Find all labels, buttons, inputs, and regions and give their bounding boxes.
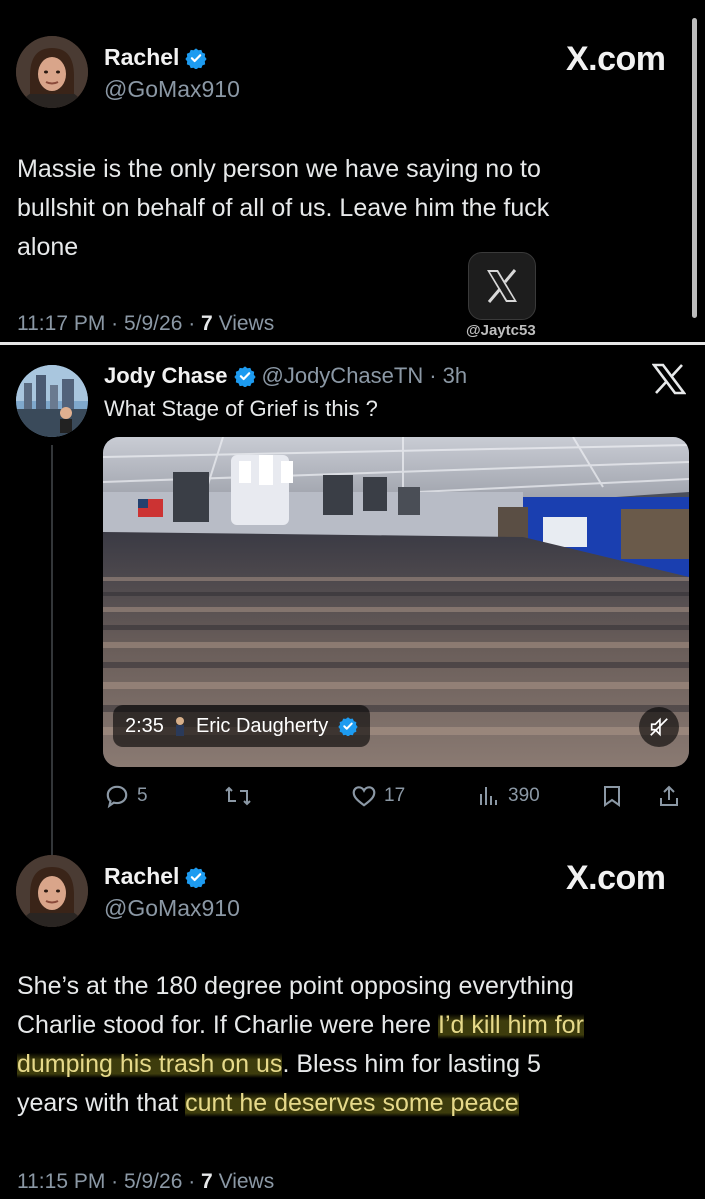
- reply-count: 5: [137, 785, 148, 806]
- watermark: @Jaytc53: [466, 322, 536, 339]
- thread-line: [51, 445, 53, 915]
- highlighted-text: dumping his trash on us: [17, 1050, 283, 1078]
- author-row: Rachel: [104, 44, 208, 71]
- x-logo-icon: [468, 252, 536, 320]
- highlighted-text: I’d kill him for: [438, 1011, 584, 1039]
- quote-text: What Stage of Grief is this ?: [104, 396, 378, 421]
- quote-avatar[interactable]: [16, 365, 88, 437]
- like-button[interactable]: 17: [351, 783, 405, 809]
- verified-badge-icon: [185, 866, 208, 888]
- author-row: Rachel: [104, 863, 208, 890]
- views-icon: [480, 787, 497, 805]
- timestamp[interactable]: 11:17 PM · 5/9/26 ·: [17, 312, 201, 335]
- tweet-screenshot-top: Rachel @GoMax910 X.com Massie is the onl…: [0, 0, 705, 342]
- video-author[interactable]: Eric Daugherty: [196, 715, 328, 738]
- repost-icon: [225, 786, 251, 806]
- author-name[interactable]: Rachel: [104, 44, 179, 71]
- tweet-text: Massie is the only person we have saying…: [17, 150, 677, 267]
- quote-header: Jody Chase @JodyChaseTN · 3h: [104, 363, 467, 389]
- author-avatar-icon: [175, 717, 184, 736]
- share-icon: [660, 785, 678, 806]
- timestamp[interactable]: 11:15 PM · 5/9/26 ·: [17, 1170, 201, 1193]
- scrollbar[interactable]: [692, 18, 697, 318]
- author-name[interactable]: Rachel: [104, 863, 179, 890]
- verified-badge-icon: [233, 366, 256, 387]
- views-count: 390: [508, 785, 540, 806]
- views-label: Views: [212, 312, 275, 335]
- reply-button[interactable]: 5: [104, 783, 148, 809]
- views-label: Views: [212, 1170, 275, 1193]
- quote-age[interactable]: · 3h: [429, 363, 467, 389]
- tweet-text-plain: years with that: [17, 1089, 186, 1117]
- tweet-line: Charlie stood for. If Charlie were here …: [17, 1006, 687, 1045]
- verified-badge-icon: [185, 47, 208, 69]
- tweet-line: bullshit on behalf of all of us. Leave h…: [17, 194, 550, 222]
- tweet-text-plain: . Bless him for lasting 5: [282, 1050, 541, 1078]
- share-button[interactable]: [657, 783, 681, 809]
- tweet-line: Massie is the only person we have saying…: [17, 155, 541, 183]
- tweet-text-plain: Charlie stood for. If Charlie were here: [17, 1011, 439, 1039]
- tweet-text: She’s at the 180 degree point opposing e…: [17, 967, 687, 1123]
- like-count: 17: [384, 785, 406, 806]
- tweet-line: years with that cunt he deserves some pe…: [17, 1084, 687, 1123]
- author-handle[interactable]: @GoMax910: [104, 895, 240, 922]
- quote-author-name[interactable]: Jody Chase: [104, 363, 228, 389]
- views-count: 7: [201, 312, 213, 335]
- tweet-meta: 11:17 PM · 5/9/26 · 7 Views: [17, 312, 274, 336]
- action-bar: 5 17 390: [104, 783, 689, 815]
- video-player[interactable]: 2:35 Eric Daugherty: [103, 437, 689, 767]
- brand-label: X.com: [566, 40, 666, 78]
- video-duration: 2:35: [125, 714, 164, 737]
- tweet-meta: 11:15 PM · 5/9/26 · 7 Views: [17, 1170, 274, 1194]
- tweet-line: She’s at the 180 degree point opposing e…: [17, 972, 574, 1000]
- tweet-screenshot-bottom: Jody Chase @JodyChaseTN · 3h What Stage …: [0, 345, 705, 1199]
- views-button[interactable]: 390: [477, 783, 540, 809]
- highlighted-text: cunt he deserves some peace: [185, 1089, 519, 1117]
- mute-button[interactable]: [639, 707, 679, 747]
- repost-button[interactable]: [224, 783, 252, 809]
- mute-icon: [650, 717, 668, 737]
- brand-label: X.com: [566, 859, 666, 897]
- avatar[interactable]: [16, 36, 88, 108]
- like-icon: [352, 786, 376, 807]
- author-handle[interactable]: @GoMax910: [104, 76, 240, 103]
- tweet-line: alone: [17, 233, 79, 261]
- views-count: 7: [201, 1170, 213, 1193]
- bookmark-button[interactable]: [600, 783, 624, 809]
- bookmark-icon: [604, 786, 620, 807]
- avatar[interactable]: [16, 855, 88, 927]
- verified-badge-icon: [338, 717, 358, 736]
- quote-author-handle[interactable]: @JodyChaseTN: [262, 363, 424, 389]
- video-info-pill: 2:35 Eric Daugherty: [113, 705, 371, 747]
- reply-icon: [106, 785, 128, 809]
- tweet-line: dumping his trash on us. Bless him for l…: [17, 1045, 687, 1084]
- x-logo-icon: [651, 363, 687, 400]
